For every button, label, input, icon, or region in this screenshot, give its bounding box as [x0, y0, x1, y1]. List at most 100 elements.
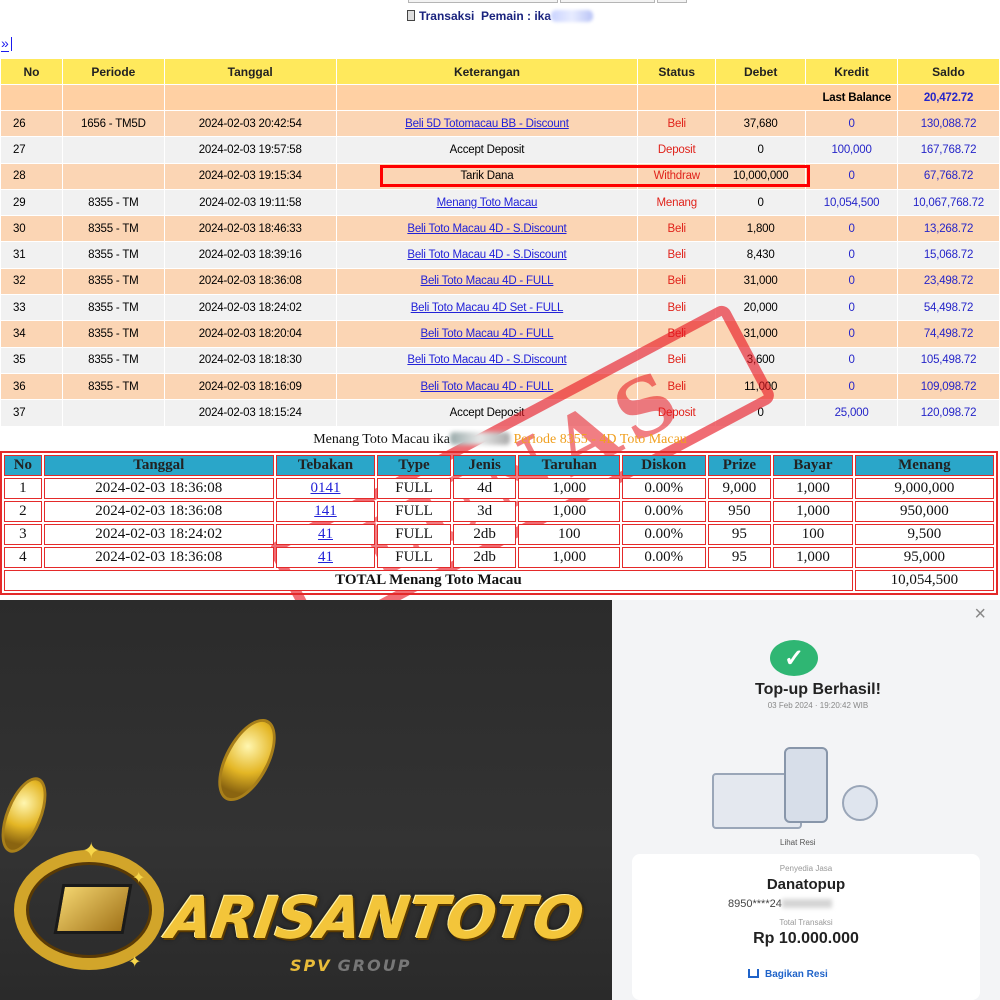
win-cell-no: 1 — [4, 478, 42, 499]
tx-cell-saldo: 67,768.72 — [897, 162, 1000, 190]
transaction-detail-link[interactable]: Beli 5D Totomacau BB - Discount — [405, 118, 569, 130]
table-row: 30 8355 - TM 2024-02-03 18:46:33 Beli Toto … — [0, 215, 1000, 243]
brand-logo: ✦ ✦ ✦ ARISANTOTO SPV GROUP — [0, 828, 612, 1000]
receipt-title: Top-up Berhasil! — [755, 681, 881, 698]
tx-cell-status: Beli — [637, 241, 717, 269]
tx-cell-ket: Beli Toto Macau 4D - FULL — [335, 372, 639, 401]
tx-cell-ket: Menang Toto Macau — [335, 188, 639, 217]
win-cell-jenis: 4d — [452, 478, 517, 499]
tx-cell-tanggal: 2024-02-03 18:46:33 — [163, 215, 337, 243]
tx-cell-periode: 8355 - TM — [61, 294, 165, 322]
tx-col-header: Keterangan — [335, 58, 639, 85]
transaction-detail-link[interactable]: Beli Toto Macau 4D Set - FULL — [411, 302, 564, 314]
tx-cell-tanggal: 2024-02-03 19:11:58 — [163, 188, 337, 217]
tebakan-link[interactable]: 41 — [318, 526, 333, 542]
title-player: Pemain : ika — [481, 9, 552, 23]
tx-cell-tanggal: 2024-02-03 20:42:54 — [163, 109, 337, 138]
win-cell-diskon: 0.00% — [621, 547, 706, 568]
receipt-time: 03 Feb 2024 · 19:20:42 WIB — [767, 701, 869, 710]
win-col-header: Taruhan — [518, 455, 620, 476]
transaction-detail-link[interactable]: Beli Toto Macau 4D - S.Discount — [407, 223, 566, 235]
win-cell-prize: 950 — [707, 501, 772, 522]
stub-tab[interactable] — [560, 0, 655, 3]
win-cell-tanggal: 2024-02-03 18:24:02 — [43, 524, 274, 545]
win-col-header: Prize — [707, 455, 772, 476]
tx-cell-saldo: 130,088.72 — [897, 109, 1000, 138]
win-cell-taruhan: 1,000 — [518, 501, 620, 522]
table-row: 31 8355 - TM 2024-02-03 18:39:16 Beli Toto … — [0, 241, 1000, 269]
tx-cell-debet: 20,000 — [715, 294, 807, 322]
win-cell-menang: 95,000 — [854, 547, 994, 568]
tx-cell-tanggal: 2024-02-03 18:16:09 — [163, 372, 337, 401]
tx-cell-ket: Accept Deposit — [335, 136, 639, 164]
tx-cell-no: 28 — [0, 162, 63, 190]
tx-col-header: No — [0, 58, 63, 85]
win-total-label: TOTAL Menang Toto Macau — [4, 570, 853, 591]
win-cell-type: FULL — [377, 524, 451, 545]
transaction-detail-link[interactable]: Beli Toto Macau 4D - S.Discount — [407, 249, 566, 261]
sparkle-icon: ✦ — [128, 954, 142, 971]
tx-cell-status: Beli — [637, 215, 717, 243]
stub-tab[interactable] — [408, 0, 558, 3]
tx-cell-periode: 8355 - TM — [61, 188, 165, 217]
next-page-link[interactable]: » — [1, 36, 12, 52]
provider-label: Penyedia Jasa — [779, 864, 833, 873]
tebakan-link[interactable]: 141 — [314, 503, 337, 519]
tx-cell-kredit: 0 — [805, 267, 899, 296]
table-row: 34 8355 - TM 2024-02-03 18:20:04 Beli Toto … — [0, 320, 1000, 348]
tx-cell-no: 29 — [0, 188, 63, 217]
tx-cell-status: Beli — [637, 109, 717, 138]
tx-cell-no: 34 — [0, 320, 63, 348]
transaction-detail-link[interactable]: Beli Toto Macau 4D - FULL — [421, 381, 554, 393]
tx-cell-ket: Beli Toto Macau 4D - FULL — [335, 320, 639, 348]
share-receipt-button[interactable]: Bagikan Resi — [748, 969, 828, 980]
win-cell-jenis: 3d — [452, 501, 517, 522]
tx-cell-saldo: 13,268.72 — [897, 215, 1000, 243]
transaction-table: No Periode Tanggal Keterangan Status Debet Kre… — [0, 58, 1000, 427]
tx-cell-periode: 1656 - TM5D — [61, 109, 165, 138]
tx-cell-no: 32 — [0, 267, 63, 296]
tx-cell-no: 27 — [0, 136, 63, 164]
transaction-detail-link[interactable]: Beli Toto Macau 4D - S.Discount — [407, 354, 566, 366]
tx-col-header: Status — [637, 58, 717, 85]
transaction-detail-link[interactable]: Beli Toto Macau 4D - FULL — [421, 328, 554, 340]
win-col-header: Menang — [854, 455, 994, 476]
win-cell-bayar: 1,000 — [773, 501, 853, 522]
win-col-header: Jenis — [452, 455, 517, 476]
tebakan-link[interactable]: 41 — [318, 549, 333, 565]
table-row: 3 2024-02-03 18:24:02 41 FULL 2db 100 0.00% 95 1… — [4, 524, 994, 545]
win-cell-bayar: 1,000 — [773, 547, 853, 568]
tx-cell-periode: 8355 - TM — [61, 346, 165, 374]
win-cell-tanggal: 2024-02-03 18:36:08 — [43, 547, 274, 568]
tx-cell-no: 30 — [0, 215, 63, 243]
tx-cell-periode: 8355 - TM — [61, 320, 165, 348]
close-icon[interactable]: × — [974, 603, 986, 626]
stub-tab[interactable] — [657, 0, 687, 3]
blurred-name — [449, 432, 510, 445]
topup-receipt: × ✓ Top-up Berhasil! 03 Feb 2024 · 19:20… — [612, 600, 1000, 1000]
tebakan-link[interactable]: 0141 — [310, 480, 340, 496]
tx-col-header: Saldo — [897, 58, 1000, 85]
win-col-header: Diskon — [621, 455, 706, 476]
tx-cell-tanggal: 2024-02-03 19:57:58 — [163, 136, 337, 164]
withdraw-highlight-box — [380, 165, 810, 187]
coin-icon — [206, 709, 288, 811]
success-check-icon: ✓ — [770, 640, 818, 676]
tx-cell-status: Beli — [637, 320, 717, 348]
win-header-row: No Tanggal Tebakan Type Jenis Taruhan Diskon Pr… — [4, 455, 994, 476]
tx-cell-status: Beli — [637, 294, 717, 322]
transaction-detail-link[interactable]: Beli Toto Macau 4D - FULL — [421, 275, 554, 287]
win-cell-tebakan: 141 — [275, 501, 376, 522]
tx-cell-debet: 37,680 — [715, 109, 807, 138]
caption-prefix: Menang Toto Macau ika — [313, 432, 450, 447]
view-receipt-link[interactable]: Lihat Resi — [780, 838, 816, 847]
win-cell-jenis: 2db — [452, 524, 517, 545]
table-row: 4 2024-02-03 18:36:08 41 FULL 2db 1,000 0.00% 9… — [4, 547, 994, 568]
tx-cell-saldo: 74,498.72 — [897, 320, 1000, 348]
transaction-detail-link[interactable]: Menang Toto Macau — [437, 197, 538, 209]
win-cell-diskon: 0.00% — [621, 501, 706, 522]
tx-cell-debet: 31,000 — [715, 320, 807, 348]
tx-cell-debet: 1,800 — [715, 215, 807, 243]
win-total-value: 10,054,500 — [854, 570, 994, 591]
win-cell-taruhan: 1,000 — [518, 478, 620, 499]
